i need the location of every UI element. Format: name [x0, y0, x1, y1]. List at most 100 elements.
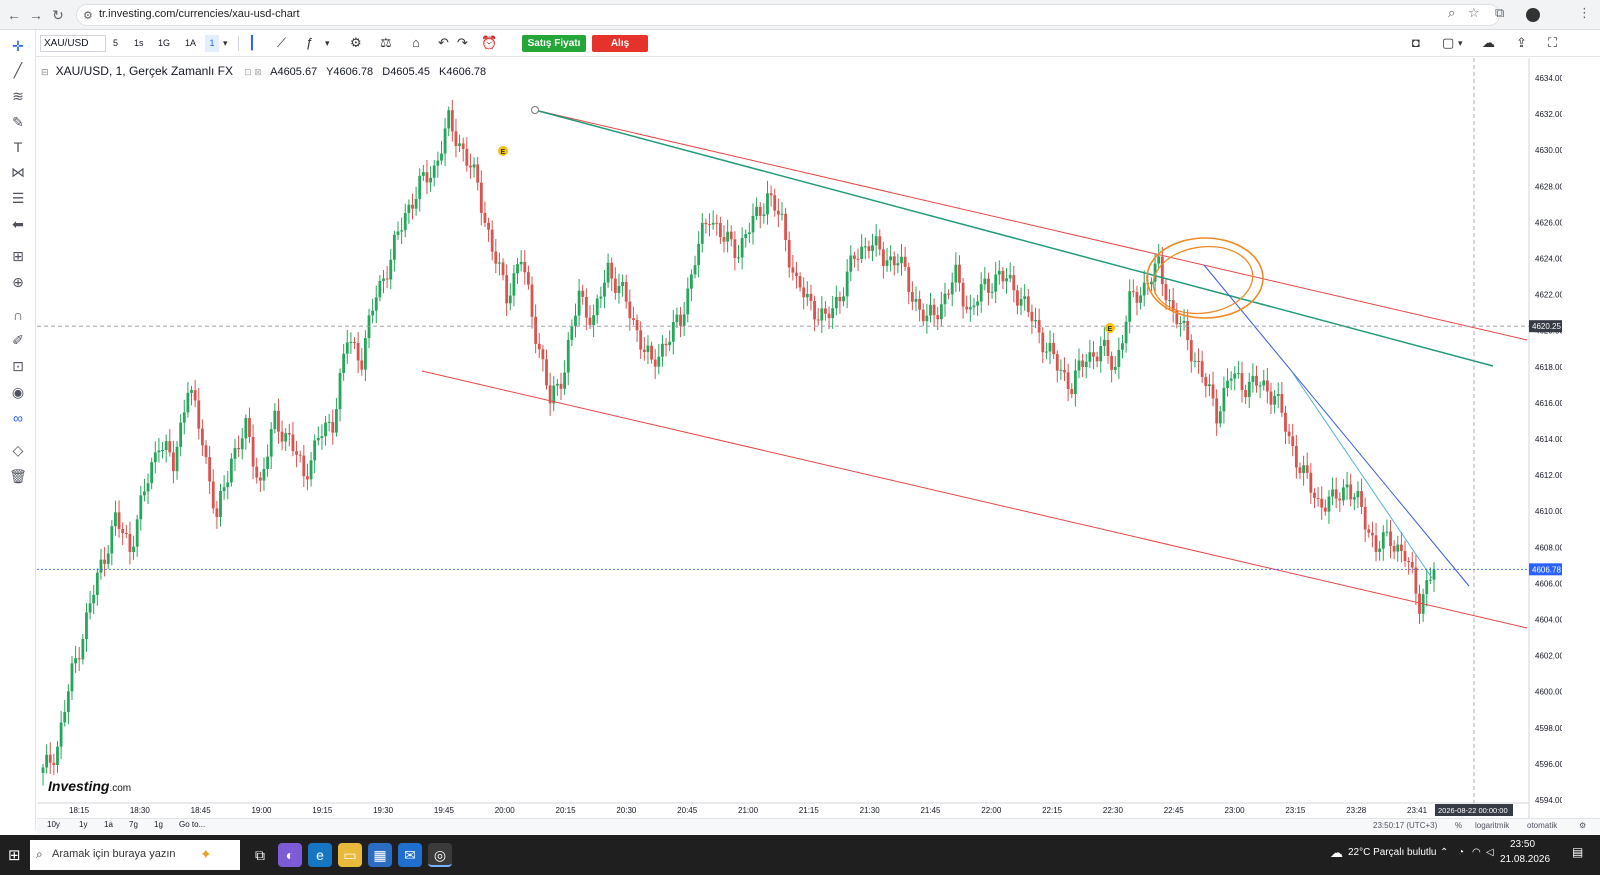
notification-icon[interactable]: ▤ [1572, 845, 1583, 859]
chart-area[interactable]: 4634.00 4632.00 4630.00 4628.00 4626.00 4624.… [37, 58, 1562, 818]
forward-icon[interactable]: → [26, 5, 46, 25]
timeframe-1g[interactable]: 1G [155, 35, 173, 52]
lock-icon[interactable]: ⊡ [8, 356, 28, 376]
volume-icon[interactable]: ◁ [1486, 847, 1494, 858]
timeframe-5[interactable]: 5 [110, 35, 121, 52]
cloud-upload-icon[interactable]: ⇪ [1516, 35, 1527, 51]
chrome-icon[interactable]: ◎ [428, 843, 452, 867]
measure-icon[interactable]: ⊞ [8, 246, 28, 266]
candles-icon[interactable]: ┃ [248, 35, 256, 51]
link-icon[interactable]: ∞ [8, 408, 28, 428]
candle-body [1084, 361, 1088, 367]
camera-icon[interactable]: ◘ [1412, 35, 1420, 50]
buy-button[interactable]: Alış [592, 35, 648, 52]
edge-icon[interactable]: e [308, 843, 332, 867]
candle-body [436, 160, 440, 166]
pitchfork-icon[interactable]: ≋ [8, 86, 28, 106]
collapse-icon[interactable]: ⊟ [41, 67, 49, 77]
trendline-icon[interactable]: ╱ [8, 60, 28, 80]
wifi-icon[interactable]: ◠ [1472, 847, 1481, 858]
timeframe-1[interactable]: 1 [205, 35, 219, 52]
clock-date[interactable]: 21.08.2026 [1500, 854, 1550, 865]
legend-settings-icon[interactable]: ⊡ ⊠ [244, 67, 262, 77]
layers-icon[interactable]: ◇ [8, 440, 28, 460]
mail-icon[interactable]: ✉ [398, 843, 422, 867]
back-icon[interactable]: ← [4, 5, 24, 25]
sell-button[interactable]: Satış Fiyatı [522, 35, 586, 52]
windows-start-icon[interactable]: ⊞ [8, 846, 21, 864]
gear-icon[interactable]: ⚙ [350, 35, 362, 51]
arrow-back-icon[interactable]: ⬅ [8, 214, 28, 234]
fib-icon[interactable]: ☰ [8, 188, 28, 208]
clock-time[interactable]: 23:50 [1510, 839, 1535, 850]
range-7g[interactable]: 7g [129, 820, 138, 829]
extensions-icon[interactable]: ⧉ [1495, 5, 1504, 21]
zoom-icon[interactable]: ⌕ [1448, 5, 1455, 21]
candle-body [769, 193, 773, 196]
file-explorer-icon[interactable]: ▭ [338, 843, 362, 867]
timeframe-1a[interactable]: 1A [182, 35, 199, 52]
go-to-button[interactable]: Go to... [179, 820, 205, 829]
range-10y[interactable]: 10y [47, 820, 60, 829]
candle-body [653, 359, 657, 367]
layout-icon[interactable]: ▢ [1442, 35, 1454, 51]
brush-icon[interactable]: ✎ [8, 112, 28, 132]
log-toggle[interactable]: logaritmik [1475, 821, 1509, 830]
auto-toggle[interactable]: otomatik [1527, 821, 1557, 830]
chevron-down-icon[interactable]: ▾ [223, 38, 228, 49]
legend-title: XAU/USD, 1, Gerçek Zamanlı FX [55, 64, 233, 78]
site-info-icon[interactable]: ⚙ [83, 9, 93, 22]
timeframe-1s[interactable]: 1s [131, 35, 147, 52]
weather-icon[interactable]: ☁ [1330, 845, 1343, 861]
reload-icon[interactable]: ↻ [48, 5, 68, 25]
candle-body [85, 612, 88, 640]
stay-drawing-icon[interactable]: ✐ [8, 330, 28, 350]
task-view-icon[interactable]: ⧉ [248, 843, 272, 867]
menu-icon[interactable]: ⋮ [1578, 5, 1591, 21]
candle-body [1117, 349, 1121, 367]
candle-body [1197, 360, 1200, 362]
magnet-icon[interactable]: ∩ [8, 305, 28, 325]
cloud-icon[interactable]: ☁ [1482, 35, 1495, 51]
compare-icon[interactable]: ⚖ [380, 35, 392, 51]
bookmark-star-icon[interactable]: ☆ [1468, 5, 1480, 21]
candle-body [425, 172, 429, 183]
symbol-input[interactable]: XAU/USD [40, 35, 106, 52]
candle-body [983, 278, 987, 285]
candle-body [747, 232, 751, 235]
copilot-icon[interactable]: ◐ [278, 843, 302, 867]
price-chart[interactable]: 4634.00 4632.00 4630.00 4628.00 4626.00 4624.… [37, 58, 1562, 818]
range-1a[interactable]: 1a [104, 820, 113, 829]
network-icon[interactable]: ◔ [1458, 847, 1464, 858]
address-bar[interactable]: ⚙ tr.investing.com/currencies/xau-usd-ch… [76, 4, 1500, 26]
undo-icon[interactable]: ↶ [438, 35, 449, 51]
chart-toolbar: XAU/USD 5 1s 1G 1A 1 ▾ ┃ ⟋ ƒ ▾ ⚙ ⚖ ⌂ ↶ ↷… [0, 30, 1600, 57]
taskbar-search[interactable]: ⌕ Aramak için buraya yazın ✦ [30, 840, 240, 870]
profile-avatar[interactable] [1526, 8, 1540, 22]
store-icon[interactable]: ▦ [368, 843, 392, 867]
redo-icon[interactable]: ↷ [457, 35, 468, 51]
tray-chevron-icon[interactable]: ⌃ [1440, 847, 1448, 858]
indicators-icon[interactable]: ƒ [306, 35, 313, 50]
eye-icon[interactable]: ◉ [8, 382, 28, 402]
candle-body [411, 204, 414, 209]
range-1g[interactable]: 1g [154, 820, 163, 829]
crosshair-icon[interactable]: ✛ [8, 36, 28, 56]
percent-toggle[interactable]: % [1455, 821, 1462, 830]
fullscreen-icon[interactable]: ⛶ [1548, 35, 1557, 51]
chevron-down-icon[interactable]: ▾ [1458, 38, 1463, 49]
chevron-down-icon[interactable]: ▾ [325, 38, 330, 49]
gear-icon[interactable]: ⚙ [1579, 821, 1586, 830]
candle-body [892, 256, 896, 266]
template-icon[interactable]: ⌂ [412, 35, 420, 50]
zoom-in-icon[interactable]: ⊕ [8, 272, 28, 292]
candle-body [56, 746, 59, 766]
pattern-icon[interactable]: ⋈ [8, 162, 28, 182]
range-1y[interactable]: 1y [79, 820, 87, 829]
line-chart-icon[interactable]: ⟋ [277, 35, 286, 51]
weather-text[interactable]: 22°C Parçalı bulutlu [1348, 847, 1437, 858]
candle-body [363, 338, 367, 370]
trash-icon[interactable]: 🗑 [8, 466, 28, 486]
text-icon[interactable]: T [8, 137, 28, 157]
alert-icon[interactable]: ⏰ [481, 35, 497, 51]
